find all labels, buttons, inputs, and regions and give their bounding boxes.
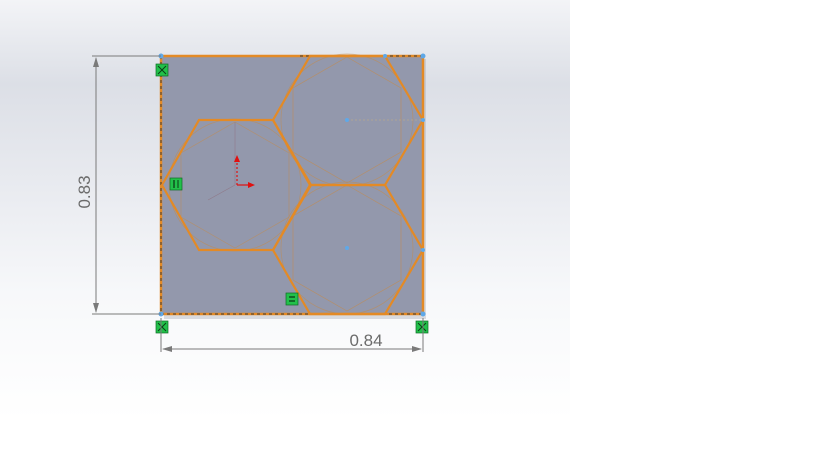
- edge-point-right-upper[interactable]: [421, 118, 425, 122]
- sketch-canvas[interactable]: 0.83 0.84: [0, 0, 570, 420]
- equal-relation-icon[interactable]: [285, 292, 299, 306]
- fix-relation-icon-bottom-right[interactable]: [415, 320, 429, 334]
- corner-point-bottom-right[interactable]: [420, 311, 426, 317]
- height-dimension-value[interactable]: 0.83: [75, 175, 94, 208]
- horizontal-dimension[interactable]: 0.84: [160, 318, 424, 352]
- vertical-relation-icon[interactable]: [169, 177, 183, 191]
- vertical-dim-arrow-top: [93, 57, 99, 67]
- width-dimension-value[interactable]: 0.84: [349, 331, 382, 350]
- center-point-top[interactable]: [345, 118, 349, 122]
- fix-relation-icon-bottom-left[interactable]: [155, 320, 169, 334]
- edge-point-right-lower[interactable]: [421, 248, 425, 252]
- vertical-dimension[interactable]: 0.83: [75, 55, 161, 315]
- edge-point-top[interactable]: [383, 54, 387, 58]
- horizontal-dim-arrow-left: [162, 346, 172, 352]
- fix-relation-icon-top-left[interactable]: [155, 63, 169, 77]
- horizontal-dim-arrow-right: [412, 346, 422, 352]
- graphics-viewport[interactable]: 0.83 0.84: [0, 0, 570, 420]
- corner-point-top-right[interactable]: [420, 53, 426, 59]
- center-point-bottom[interactable]: [345, 246, 349, 250]
- vertical-dim-arrow-bottom: [93, 303, 99, 313]
